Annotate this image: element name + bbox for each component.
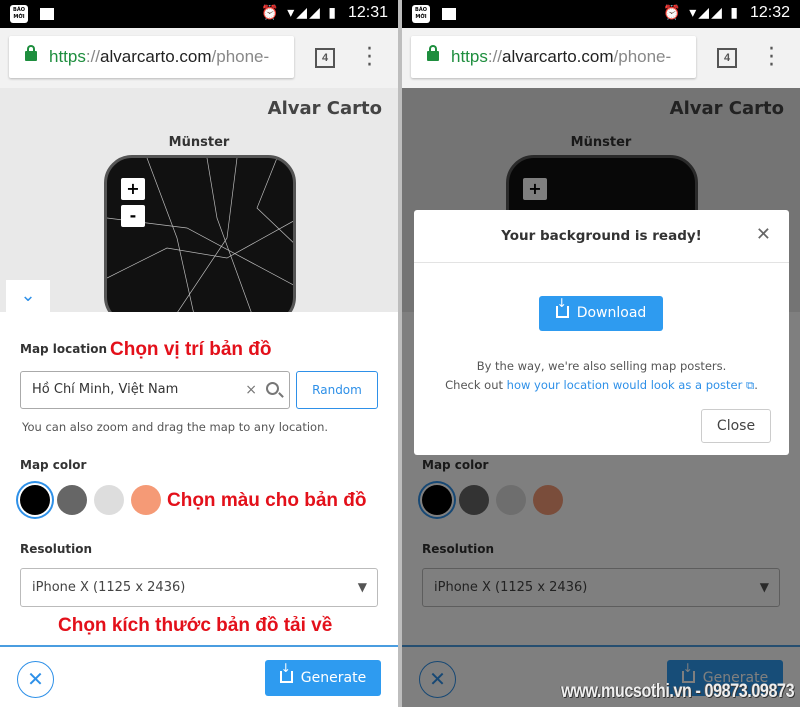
tab-switcher-button[interactable]: 4: [315, 48, 335, 68]
resolution-value: iPhone X (1125 x 2436): [32, 580, 186, 595]
brand-logo[interactable]: Alvar Carto: [268, 98, 382, 119]
url-bar[interactable]: https://alvarcarto.com/phone-: [9, 36, 294, 78]
url-scheme: https: [451, 47, 488, 66]
generate-label: Generate: [300, 670, 367, 686]
color-swatch-gray[interactable]: [57, 485, 87, 515]
poster-suffix: .: [754, 378, 758, 392]
poster-link-line: Check out how your location would look a…: [414, 378, 789, 393]
clock: 12:31: [347, 4, 388, 21]
poster-link[interactable]: how your location would look as a poster: [507, 378, 743, 392]
download-button[interactable]: Download: [539, 296, 663, 331]
status-bar: BÁO MỚI ⏰ ▾◢◢ ▮ 12:31: [0, 0, 398, 28]
clock: 12:32: [749, 4, 790, 21]
map-location-label: Map location: [20, 342, 108, 356]
status-icons: ⏰ ▾◢◢ ▮: [261, 5, 338, 21]
more-menu-icon[interactable]: · · ·: [366, 39, 373, 77]
generate-button[interactable]: Generate: [265, 660, 381, 696]
url-sep: ://: [85, 47, 101, 66]
color-swatch-black[interactable]: [20, 485, 50, 515]
baomoi-app-icon: BÁO MỚI: [412, 5, 430, 23]
watermark: www.mucsothi.vn - 09873.09873: [560, 681, 794, 702]
clear-icon[interactable]: ×: [245, 372, 257, 408]
status-bar: BÁO MỚI ⏰ ▾◢◢ ▮ 12:32: [402, 0, 800, 28]
screen-before: BÁO MỚI ⏰ ▾◢◢ ▮ 12:31 https://alvarcarto…: [0, 0, 398, 707]
settings-form: Map location Chọn vị trí bản đồ Hồ Chí M…: [0, 312, 398, 647]
close-icon[interactable]: ✕: [17, 661, 54, 698]
city-label: Münster: [168, 135, 230, 150]
download-icon: [279, 662, 293, 683]
phone-map[interactable]: + -: [104, 155, 296, 325]
annotation-color: Chọn màu cho bản đồ: [167, 490, 367, 511]
baomoi-app-icon: BÁO MỚI: [10, 5, 28, 23]
resolution-label: Resolution: [20, 542, 93, 556]
poster-text: By the way, we're also selling map poste…: [476, 359, 727, 373]
status-icons: ⏰ ▾◢◢ ▮: [663, 5, 740, 21]
poster-prefix: Check out: [445, 378, 507, 392]
footer-bar: ✕ Generate: [0, 645, 398, 707]
url-sep: ://: [487, 47, 503, 66]
browser-toolbar: https://alvarcarto.com/phone- 4 · · ·: [402, 28, 800, 88]
annotation-location: Chọn vị trí bản đồ: [110, 339, 272, 360]
color-swatch-light[interactable]: [94, 485, 124, 515]
url-host: alvarcarto.com: [100, 47, 212, 66]
lock-icon: [25, 45, 37, 61]
lock-icon: [427, 45, 439, 61]
zoom-out-button[interactable]: -: [121, 205, 145, 227]
color-swatch-orange[interactable]: [131, 485, 161, 515]
url-scheme: https: [49, 47, 86, 66]
download-modal: Your background is ready! ✕ Download By …: [414, 210, 789, 455]
search-icon[interactable]: [266, 382, 279, 395]
browser-toolbar: https://alvarcarto.com/phone- 4 · · ·: [0, 28, 398, 88]
url-path: /phone-: [211, 47, 270, 66]
download-icon: [555, 297, 569, 318]
url-bar[interactable]: https://alvarcarto.com/phone-: [411, 36, 696, 78]
external-link-icon: ⧉: [742, 378, 755, 392]
location-input[interactable]: Hồ Chí Minh, Việt Nam ×: [20, 371, 290, 409]
modal-title: Your background is ready!: [414, 210, 789, 263]
tab-switcher-button[interactable]: 4: [717, 48, 737, 68]
random-button[interactable]: Random: [296, 371, 378, 409]
help-text: You can also zoom and drag the map to an…: [22, 420, 329, 434]
modal-close-icon[interactable]: ✕: [756, 224, 771, 245]
url-host: alvarcarto.com: [502, 47, 614, 66]
image-icon: [442, 8, 456, 20]
url-path: /phone-: [613, 47, 672, 66]
screen-after: BÁO MỚI ⏰ ▾◢◢ ▮ 12:32 https://alvarcarto…: [402, 0, 800, 707]
image-icon: [40, 8, 54, 20]
dropdown-arrow-icon: ▼: [357, 580, 367, 594]
annotation-size: Chọn kích thước bản đồ tải về: [58, 615, 333, 636]
chevron-down-icon[interactable]: ⌄: [6, 280, 50, 312]
close-button[interactable]: Close: [701, 409, 771, 443]
resolution-select[interactable]: iPhone X (1125 x 2436) ▼: [20, 568, 378, 607]
map-preview: Alvar Carto Münster + - ⌄: [0, 88, 398, 325]
zoom-in-button[interactable]: +: [121, 178, 145, 200]
map-color-label: Map color: [20, 458, 87, 472]
more-menu-icon[interactable]: · · ·: [768, 39, 775, 77]
download-label: Download: [576, 305, 647, 321]
location-value: Hồ Chí Minh, Việt Nam: [32, 382, 179, 397]
